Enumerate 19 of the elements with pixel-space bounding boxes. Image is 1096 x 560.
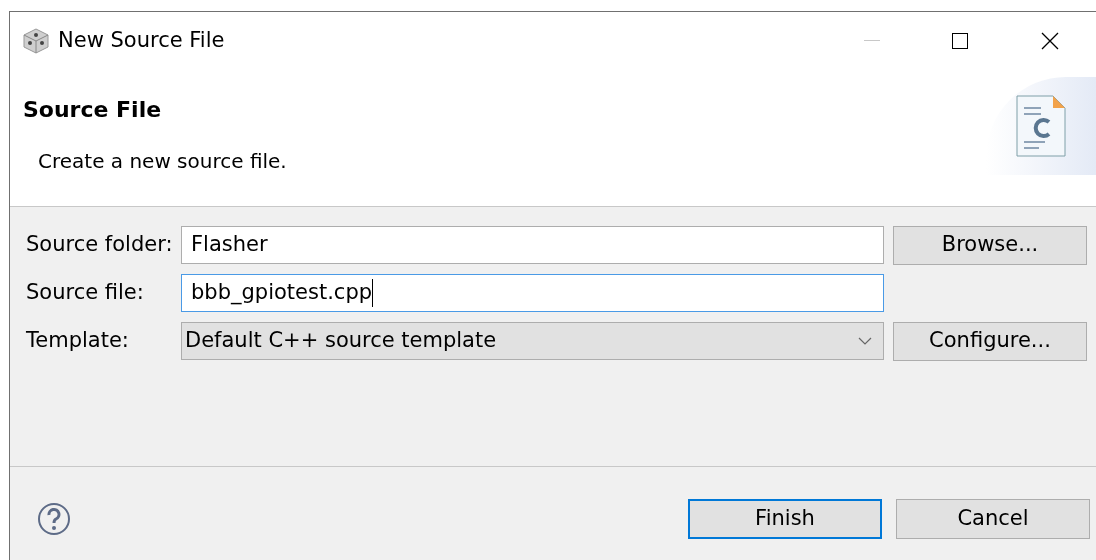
close-icon (1041, 31, 1059, 50)
cube-icon (22, 26, 50, 55)
input-field[interactable]: bbb_gpiotest.cpp (181, 274, 884, 312)
chevron-down-icon (858, 337, 872, 345)
field-label: Template: (26, 327, 130, 355)
c-source-file-icon (1015, 94, 1067, 158)
dialog-button[interactable]: Finish (688, 499, 882, 539)
text-cursor (372, 279, 374, 307)
field-label: Source file: (26, 279, 145, 307)
window-title: New Source File (58, 26, 225, 54)
page-title: Source File (23, 96, 163, 124)
help-icon[interactable] (37, 502, 71, 536)
field-button[interactable]: Browse... (893, 225, 1087, 265)
field-label: Source folder: (26, 231, 174, 259)
dialog-button[interactable]: Cancel (896, 499, 1090, 539)
field-button[interactable]: Configure... (893, 321, 1087, 361)
input-field[interactable]: Flasher (181, 226, 884, 264)
template-dropdown[interactable]: Default C++ source template (181, 322, 884, 360)
page-description: Create a new source file. (38, 148, 287, 175)
